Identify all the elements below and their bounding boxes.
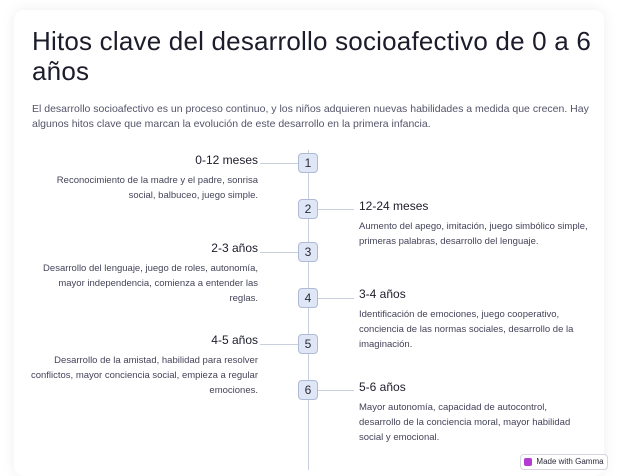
timeline-entry-4: 3-4 años Identificación de emociones, ju…	[359, 287, 589, 352]
timeline-node-3: 3	[298, 242, 318, 262]
timeline-description: Desarrollo de la amistad, habilidad para…	[30, 355, 258, 396]
timeline-connector	[318, 209, 354, 210]
timeline-period: 0-12 meses	[195, 153, 258, 167]
timeline-entry-3: 2-3 años Desarrollo del lenguaje, juego …	[30, 241, 258, 306]
timeline-description: Reconocimiento de la madre y el padre, s…	[56, 175, 258, 201]
timeline-axis	[308, 150, 309, 470]
page-title: Hitos clave del desarrollo socioafectivo…	[32, 26, 591, 86]
timeline-connector	[260, 252, 298, 253]
timeline-period: 5-6 años	[359, 380, 406, 394]
timeline-node-6: 6	[298, 380, 318, 400]
timeline-entry-5: 4-5 años Desarrollo de la amistad, habil…	[30, 333, 258, 398]
timeline-connector	[318, 390, 354, 391]
timeline-node-4: 4	[298, 288, 318, 308]
timeline-description: Mayor autonomía, capacidad de autocontro…	[359, 402, 571, 443]
timeline-entry-2: 12-24 meses Aumento del apego, imitación…	[359, 199, 589, 249]
timeline-connector	[318, 298, 354, 299]
timeline-period: 4-5 años	[211, 333, 258, 347]
timeline-description: Desarrollo del lenguaje, juego de roles,…	[43, 263, 258, 304]
made-with-gamma-badge[interactable]: Made with Gamma	[520, 454, 608, 470]
timeline-entry-6: 5-6 años Mayor autonomía, capacidad de a…	[359, 380, 589, 445]
timeline-connector	[260, 344, 298, 345]
timeline-description: Identificación de emociones, juego coope…	[359, 309, 574, 350]
timeline-node-1: 1	[298, 153, 318, 173]
intro-paragraph: El desarrollo socioafectivo es un proces…	[32, 103, 589, 130]
timeline-node-2: 2	[298, 199, 318, 219]
gamma-logo-icon	[524, 458, 533, 466]
timeline-entry-1: 0-12 meses Reconocimiento de la madre y …	[30, 153, 258, 203]
timeline-period: 2-3 años	[211, 241, 258, 255]
timeline-node-5: 5	[298, 334, 318, 354]
badge-label: Made with Gamma	[536, 457, 604, 466]
timeline-description: Aumento del apego, imitación, juego simb…	[359, 221, 588, 247]
timeline-period: 3-4 años	[359, 287, 406, 301]
timeline-connector	[260, 163, 298, 164]
timeline-period: 12-24 meses	[359, 199, 429, 213]
